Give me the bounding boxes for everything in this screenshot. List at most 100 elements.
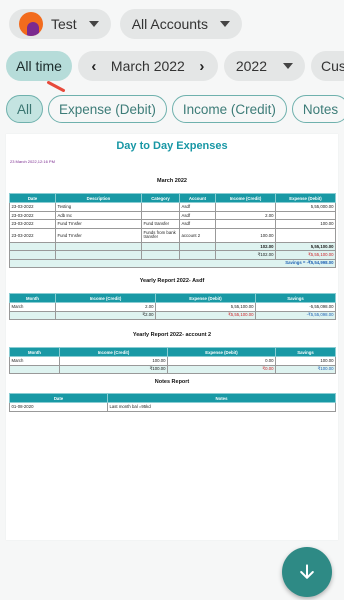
profile-selector[interactable]: Test — [9, 9, 111, 39]
notes-heading: Notes Report — [154, 379, 190, 385]
cell-income: 100.00 — [215, 227, 276, 243]
table-row: 23-03-2022 Adb Inc Asdf 2.00 — [9, 210, 336, 220]
cell-expense: 100.00 — [275, 219, 336, 229]
chevron-down-icon — [219, 21, 230, 27]
cell-description: Adb Inc — [55, 210, 142, 220]
col-income: Income (Credit) — [55, 293, 156, 303]
filter-all[interactable]: All — [6, 95, 44, 123]
scroll-down-fab[interactable] — [282, 547, 332, 597]
cell-empty — [9, 250, 56, 260]
chevron-down-icon — [283, 63, 293, 69]
month-heading: March 2022 — [157, 178, 187, 184]
cell-savings: -5,55,098.00 — [255, 302, 336, 312]
total-savings: ₹100.00 — [275, 364, 336, 374]
table-header-row: Month Income (Credit) Expense (Debit) Sa… — [9, 293, 336, 303]
period-all-time[interactable]: All time — [6, 51, 72, 81]
col-expense: Expense (Debit) — [155, 293, 256, 303]
year-selector[interactable]: 2022 — [223, 51, 305, 81]
custom-range-selector[interactable]: Cust — [311, 51, 344, 81]
cell-savings: 100.00 — [275, 356, 336, 366]
col-income: Income (Credit) — [59, 347, 168, 357]
cell-empty — [9, 241, 56, 251]
total-row: ₹2.00 ₹5,55,100.00 -₹5,55,098.00 — [9, 310, 336, 320]
chevron-left-icon[interactable]: ‹ — [86, 58, 102, 75]
cell-date: 23-03-2022 — [9, 227, 56, 243]
total-income: 102.00 — [215, 241, 276, 251]
month-selector[interactable]: ‹ March 2022 › — [77, 51, 218, 81]
cell-income: 2.00 — [215, 210, 276, 220]
col-month: Month — [9, 293, 56, 303]
year-label: 2022 — [235, 58, 267, 74]
cell-date: 01-08-2020 — [9, 402, 108, 412]
col-notes: Notes — [107, 393, 336, 403]
cell-expense: 5,55,100.00 — [155, 302, 256, 312]
report-document[interactable]: Day to Day Expenses 23 March 2022,12:16 … — [6, 134, 338, 540]
yearly-asdf-table: Month Income (Credit) Expense (Debit) Sa… — [9, 293, 336, 320]
cell-category — [141, 202, 180, 212]
col-expense: Expense (Debit) — [275, 193, 336, 203]
table-row: 23-03-2022 Testing Asdf 5,55,000.00 — [9, 202, 336, 212]
yearly-asdf-heading: Yearly Report 2022- Asdf — [139, 278, 205, 284]
account-selector[interactable]: All Accounts — [119, 9, 242, 39]
table-row: 01-08-2020 Last month bal =95kd — [9, 402, 336, 412]
col-date: Date — [9, 193, 56, 203]
profile-name: Test — [51, 16, 77, 32]
filter-all-label: All — [17, 101, 33, 117]
cell-month: March — [9, 356, 60, 366]
cell-date: 23-03-2022 — [9, 210, 56, 220]
col-description: Description — [55, 193, 142, 203]
chevron-down-icon — [88, 21, 99, 27]
table-header-row: Date Notes — [9, 393, 336, 403]
total-income: ₹2.00 — [55, 310, 156, 320]
cell-expense: 0.00 — [167, 356, 276, 366]
cell-category: Fund transfer — [141, 219, 180, 229]
arrow-down-icon — [300, 564, 314, 579]
chevron-right-icon[interactable]: › — [194, 58, 210, 75]
top-selectors-row: Test All Accounts — [9, 9, 248, 39]
col-expense: Expense (Debit) — [167, 347, 276, 357]
col-month: Month — [9, 347, 60, 357]
filter-notes-label: Notes — [302, 101, 339, 117]
total-expense: ₹0.00 — [167, 364, 276, 374]
col-income: Income (Credit) — [215, 193, 276, 203]
total-income-currency: ₹102.00 — [215, 250, 276, 260]
cell-empty — [179, 250, 216, 260]
cell-empty — [55, 250, 142, 260]
active-period-indicator — [46, 80, 66, 93]
cell-account: Asdf — [179, 210, 216, 220]
cell-expense — [275, 227, 336, 243]
filter-notes[interactable]: Notes — [291, 95, 344, 123]
month-transactions-table: Date Description Category Account Income… — [9, 193, 336, 268]
report-title: Day to Day Expenses — [116, 140, 228, 152]
filter-expense[interactable]: Expense (Debit) — [48, 95, 167, 123]
cell-month: March — [9, 302, 56, 312]
cell-note: Last month bal =95kd — [107, 402, 336, 412]
total-row: 102.00 5,55,100.00 — [9, 241, 336, 251]
table-row: March 100.00 0.00 100.00 — [9, 356, 336, 366]
table-row: 23-03-2022 Fund Trnsfer Fund transfer As… — [9, 219, 336, 229]
account-selector-label: All Accounts — [131, 16, 208, 32]
cell-account: Asdf — [179, 219, 216, 229]
col-date: Date — [9, 393, 108, 403]
report-generated-date: 23 March 2022,12:16 PM — [10, 159, 55, 164]
col-savings: Savings — [275, 347, 336, 357]
filter-income-label: Income (Credit) — [182, 101, 276, 117]
cell-account: Asdf — [179, 202, 216, 212]
col-savings: Savings — [255, 293, 336, 303]
table-row: March 2.00 5,55,100.00 -5,55,098.00 — [9, 302, 336, 312]
profile-avatar-icon — [19, 12, 43, 36]
savings-summary: Savings = -₹5,54,998.00 — [9, 258, 336, 268]
month-label: March 2022 — [110, 58, 185, 74]
total-income: ₹100.00 — [59, 364, 168, 374]
cell-income: 100.00 — [59, 356, 168, 366]
cell-expense: 5,55,000.00 — [275, 202, 336, 212]
total-expense: ₹5,55,100.00 — [155, 310, 256, 320]
cell-date: 23-03-2022 — [9, 219, 56, 229]
table-header-row: Date Description Category Account Income… — [9, 193, 336, 203]
yearly-account2-heading: Yearly Report 2022- account 2 — [132, 332, 212, 338]
filter-income[interactable]: Income (Credit) — [171, 95, 287, 123]
col-account: Account — [179, 193, 216, 203]
cell-empty — [9, 310, 56, 320]
cell-category — [141, 210, 180, 220]
total-expense-currency: ₹5,55,100.00 — [275, 250, 336, 260]
